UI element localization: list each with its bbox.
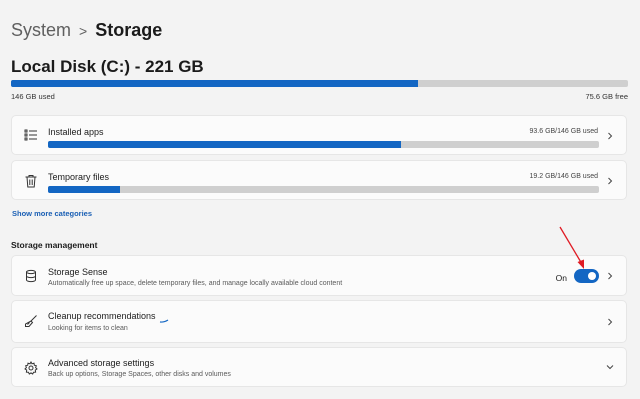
category-usage-bar xyxy=(48,186,599,193)
storage-sense-description: Automatically free up space, delete temp… xyxy=(48,280,343,287)
gear-icon xyxy=(24,361,38,375)
advanced-settings-description: Back up options, Storage Spaces, other d… xyxy=(48,371,231,378)
chevron-right-icon xyxy=(606,177,614,185)
category-label: Installed apps xyxy=(48,127,104,137)
cleanup-description: Looking for items to clean xyxy=(48,325,128,332)
cleanup-recommendations-row[interactable]: Cleanup recommendations Looking for item… xyxy=(11,300,627,343)
storage-sense-title: Storage Sense xyxy=(48,267,108,277)
category-installed-apps[interactable]: Installed apps 93.6 GB/146 GB used xyxy=(11,115,627,155)
breadcrumb: System > Storage xyxy=(11,20,162,41)
category-label: Temporary files xyxy=(48,172,110,182)
disk-used-label: 146 GB used xyxy=(11,92,55,101)
category-usage-value: 93.6 GB/146 GB used xyxy=(529,128,599,135)
breadcrumb-system-link[interactable]: System xyxy=(11,20,71,41)
disk-title: Local Disk (C:) - 221 GB xyxy=(11,57,204,76)
disk-usage-fill xyxy=(11,80,419,87)
chevron-right-icon[interactable] xyxy=(606,272,614,280)
advanced-settings-title: Advanced storage settings xyxy=(48,358,155,368)
chevron-right-icon xyxy=(606,318,614,326)
category-usage-bar xyxy=(48,141,599,148)
database-icon xyxy=(24,269,38,283)
category-usage-value: 19.2 GB/146 GB used xyxy=(529,173,599,180)
category-temporary-files[interactable]: Temporary files 19.2 GB/146 GB used xyxy=(11,160,627,200)
disk-usage-bar xyxy=(11,80,628,87)
storage-sense-row[interactable]: Storage Sense Automatically free up spac… xyxy=(11,255,627,296)
chevron-right-icon xyxy=(606,132,614,140)
advanced-storage-settings-row[interactable]: Advanced storage settings Back up option… xyxy=(11,347,627,387)
loading-spinner-icon xyxy=(159,319,169,323)
breadcrumb-separator: > xyxy=(79,22,88,39)
chevron-down-icon[interactable] xyxy=(606,363,614,371)
toggle-state-label: On xyxy=(555,273,567,283)
show-more-categories-link[interactable]: Show more categories xyxy=(12,209,92,218)
disk-free-label: 75.6 GB free xyxy=(585,92,628,101)
category-usage-fill xyxy=(48,141,401,148)
trash-icon xyxy=(24,174,38,188)
broom-icon xyxy=(24,314,38,328)
toggle-knob xyxy=(588,272,596,280)
annotation-arrow-icon xyxy=(559,226,584,269)
storage-management-heading: Storage management xyxy=(11,240,98,250)
list-icon xyxy=(24,128,38,142)
category-usage-fill xyxy=(48,186,120,193)
cleanup-title: Cleanup recommendations xyxy=(48,311,156,321)
page-title: Storage xyxy=(95,20,163,40)
